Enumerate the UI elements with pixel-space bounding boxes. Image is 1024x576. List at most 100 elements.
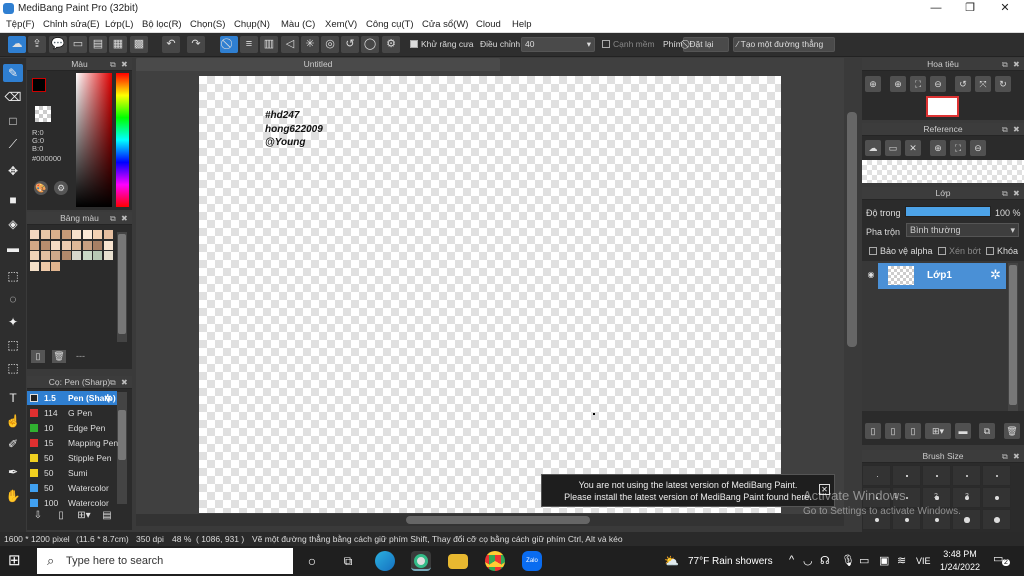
- parallel-snap-icon[interactable]: ≡: [240, 36, 258, 53]
- zoom-in-icon[interactable]: ⊕: [865, 76, 881, 92]
- brush-settings-icon[interactable]: ▤: [100, 510, 114, 524]
- update-notification[interactable]: You are not using the latest version of …: [541, 474, 835, 507]
- transparent-swatch[interactable]: [35, 106, 51, 122]
- restore-button[interactable]: ❐: [953, 0, 987, 17]
- protect-alpha-checkbox[interactable]: Bảo vệ alpha: [869, 246, 933, 256]
- menu-file[interactable]: Tệp(F): [6, 19, 35, 30]
- popout-icon[interactable]: ⧉: [1002, 450, 1008, 463]
- microphone-icon[interactable]: 🎙: [841, 554, 855, 567]
- palette-swatch[interactable]: [72, 251, 81, 260]
- zoom-out-icon[interactable]: ⊖: [930, 76, 946, 92]
- select-eraser-icon[interactable]: ⬚: [3, 359, 23, 377]
- palette-swatch[interactable]: [82, 230, 92, 239]
- palette-swatch[interactable]: [72, 230, 81, 239]
- palette-icon[interactable]: 🎨: [34, 181, 48, 195]
- cloud-download-icon[interactable]: ⇩: [31, 510, 45, 524]
- lock-check[interactable]: [986, 247, 994, 255]
- tile-icon[interactable]: ▩: [130, 36, 148, 53]
- select-tool-icon[interactable]: ⬚: [3, 267, 23, 285]
- palette-swatch[interactable]: [30, 261, 39, 271]
- antialias-checkbox[interactable]: Khử răng cưa: [410, 39, 474, 49]
- battery-icon[interactable]: ▭: [859, 554, 869, 567]
- close-icon[interactable]: ✖: [1013, 123, 1020, 136]
- file-explorer-icon[interactable]: [448, 554, 468, 569]
- rect-tool-icon[interactable]: □: [3, 112, 23, 130]
- menu-cloud[interactable]: Cloud: [476, 19, 501, 30]
- lock-checkbox[interactable]: Khóa: [986, 246, 1018, 256]
- gear-icon[interactable]: ✲: [990, 267, 1001, 283]
- eraser-tool-icon[interactable]: ⌫: [3, 88, 23, 106]
- trash-icon[interactable]: 🗑: [52, 350, 66, 363]
- palette-swatch[interactable]: [40, 230, 50, 239]
- soft-edge-checkbox[interactable]: Cạnh mềm: [602, 39, 655, 49]
- layer-row[interactable]: Lớp1 ✲: [878, 263, 1006, 289]
- close-icon[interactable]: ✖: [121, 376, 128, 389]
- hand-tool-icon[interactable]: ✋: [3, 487, 23, 505]
- note-icon[interactable]: ▭: [69, 36, 87, 53]
- trash-icon[interactable]: 🗑: [1004, 423, 1020, 439]
- clip-checkbox[interactable]: Xén bớt: [938, 246, 981, 256]
- copy-layer-icon[interactable]: ▯: [885, 423, 901, 439]
- palette-swatch[interactable]: [51, 251, 60, 260]
- brush-item[interactable]: 50 Sumi: [27, 466, 117, 480]
- lasso-tool-icon[interactable]: ◌: [3, 290, 23, 308]
- brush-size-cell[interactable]: [982, 509, 1011, 530]
- select-pen-icon[interactable]: ⬚: [3, 336, 23, 354]
- layer-add-menu-icon[interactable]: ⊞▾: [925, 423, 951, 439]
- palette-swatch[interactable]: [103, 251, 113, 260]
- close-icon[interactable]: ✖: [121, 58, 128, 71]
- palette-swatch[interactable]: [61, 230, 71, 239]
- weather-icon[interactable]: ⛅: [664, 554, 679, 568]
- layer-scrollbar[interactable]: [1008, 263, 1018, 411]
- blend-select[interactable]: Bình thường ▾: [906, 223, 1019, 237]
- palette-settings-icon[interactable]: ⚙: [54, 181, 68, 195]
- popout-icon[interactable]: ⧉: [1002, 58, 1008, 71]
- grid-list-icon[interactable]: ▦: [109, 36, 127, 53]
- page-icon[interactable]: ▤: [89, 36, 107, 53]
- straight-line-button[interactable]: ⁄ Tạo một đường thẳng: [733, 37, 835, 52]
- menu-tools[interactable]: Công cụ(T): [366, 19, 414, 30]
- correction-select[interactable]: 40 ▾: [521, 37, 595, 52]
- wifi-icon[interactable]: ≋: [897, 554, 906, 567]
- brush-size-cell[interactable]: [982, 487, 1011, 508]
- rotate-right-icon[interactable]: ↻: [995, 76, 1011, 92]
- windows-start-icon[interactable]: ⊞: [8, 551, 28, 571]
- popout-icon[interactable]: ⧉: [110, 212, 116, 225]
- merge-down-icon[interactable]: ▯: [905, 423, 921, 439]
- redo-icon[interactable]: ↷: [187, 36, 205, 53]
- close-icon[interactable]: ✖: [1013, 58, 1020, 71]
- text-tool-icon[interactable]: T: [3, 389, 23, 407]
- palette-swatch[interactable]: [93, 230, 102, 239]
- menu-layer[interactable]: Lớp(L): [105, 19, 133, 30]
- vanishing-snap-icon[interactable]: ◁: [281, 36, 299, 53]
- new-layer-icon[interactable]: ▯: [865, 423, 881, 439]
- document-tab[interactable]: Untitled: [136, 58, 500, 71]
- zoom-out-icon[interactable]: ⊖: [970, 140, 986, 156]
- palette-swatch[interactable]: [51, 240, 60, 250]
- cloud-icon[interactable]: ☁: [865, 140, 881, 156]
- language-indicator[interactable]: VIE: [916, 556, 931, 566]
- popout-icon[interactable]: ⧉: [110, 58, 116, 71]
- menu-window[interactable]: Cửa sổ(W): [422, 19, 468, 30]
- menu-view[interactable]: Xem(V): [325, 19, 357, 30]
- palette-swatch[interactable]: [51, 261, 60, 271]
- gear-icon[interactable]: ✲: [104, 391, 112, 405]
- brush-size-cell[interactable]: [982, 465, 1011, 486]
- palette-swatch[interactable]: [61, 251, 71, 260]
- palette-swatch[interactable]: [93, 240, 102, 250]
- brush-size-cell[interactable]: [922, 465, 951, 486]
- zoom-in-icon[interactable]: ⊕: [930, 140, 946, 156]
- chevron-up-icon[interactable]: ^: [789, 554, 794, 566]
- curve-snap-icon[interactable]: ↺: [341, 36, 359, 53]
- close-icon[interactable]: ✖: [1013, 450, 1020, 463]
- canvas-vertical-scrollbar[interactable]: [845, 72, 859, 512]
- brush-scrollbar[interactable]: [117, 392, 127, 504]
- reset-view-icon[interactable]: ⤧: [975, 76, 991, 92]
- brush-add-menu-icon[interactable]: ⊞▾: [73, 510, 95, 524]
- palette-swatch[interactable]: [72, 240, 81, 250]
- reference-image[interactable]: [862, 160, 1024, 183]
- menu-filter[interactable]: Bộ lọc(R): [142, 19, 182, 30]
- brush-tool-icon[interactable]: ✎: [3, 64, 23, 82]
- settings-gear-icon[interactable]: ⚙: [382, 36, 400, 53]
- pen-nib-icon[interactable]: ✒: [3, 463, 23, 481]
